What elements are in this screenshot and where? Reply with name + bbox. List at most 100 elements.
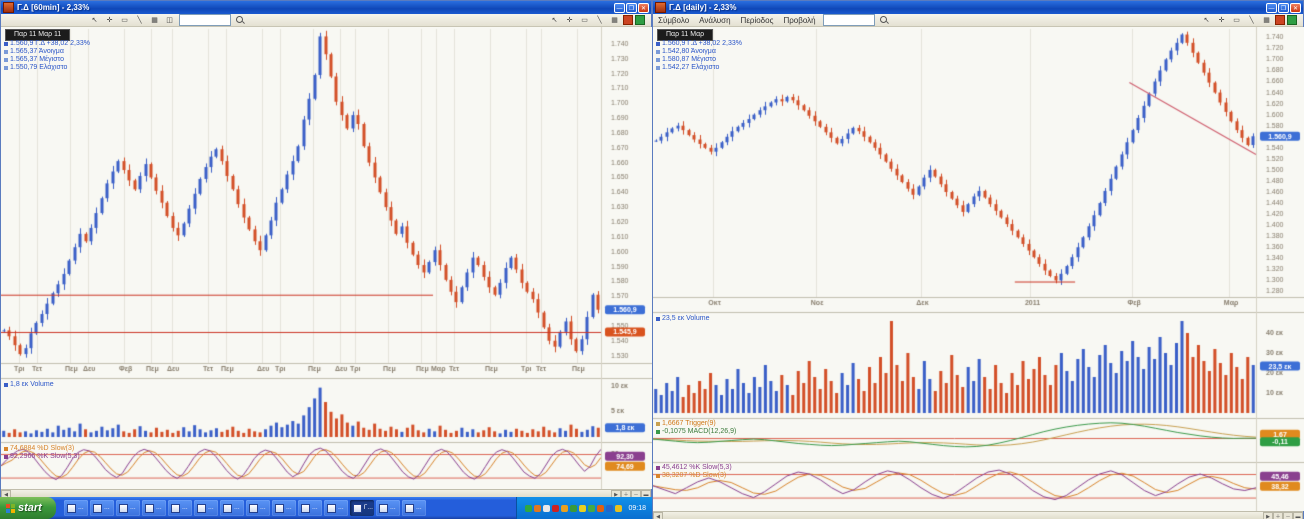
tray-app-icon[interactable] (534, 505, 541, 512)
pointer-tool-icon[interactable]: ↖ (88, 14, 101, 27)
grid-tool-icon[interactable]: ▦ (148, 14, 161, 27)
tray-app-icon[interactable] (525, 505, 532, 512)
price-volume-macd-stoch-canvas[interactable] (653, 27, 1304, 511)
zoom-out-icon[interactable]: － (1283, 512, 1293, 519)
taskbar-button[interactable]: … (90, 500, 114, 516)
task-window-icon (223, 504, 232, 513)
line-tool-icon[interactable]: ╲ (593, 14, 606, 27)
tray-app-icon[interactable] (570, 505, 577, 512)
close-button[interactable]: ✕ (638, 3, 649, 13)
tray-app-icon[interactable] (552, 505, 559, 512)
collapse-icon[interactable]: ▬ (1293, 512, 1303, 519)
titlebar-60min[interactable]: Γ.Δ [60min] - 2,33% — ❐ ✕ (1, 1, 651, 14)
restore-button[interactable]: ❐ (1278, 3, 1289, 13)
sell-marker-icon[interactable] (1275, 15, 1285, 25)
close-button[interactable]: ✕ (1290, 3, 1301, 13)
minimize-button[interactable]: — (614, 3, 625, 13)
taskbar-button[interactable]: … (298, 500, 322, 516)
taskbar: start ……………………………Γ……… 09:18 (0, 497, 652, 519)
taskbar-button[interactable]: … (220, 500, 244, 516)
tray-app-icon[interactable] (561, 505, 568, 512)
tray-app-icon[interactable] (606, 505, 613, 512)
taskbar-button[interactable]: … (142, 500, 166, 516)
buy-marker-icon[interactable] (1287, 15, 1297, 25)
taskbar-button[interactable]: … (116, 500, 140, 516)
task-window-icon (379, 504, 388, 513)
task-window-icon (327, 504, 336, 513)
toolbar-60min: ↖ ✛ ▭ ╲ ▦ ◫ ↖ ✛ ▭ ╲ ▦ (1, 14, 651, 27)
price-volume-stoch-canvas[interactable] (1, 27, 653, 489)
taskbar-button[interactable]: … (64, 500, 88, 516)
task-window-icon (275, 504, 284, 513)
symbol-search-input[interactable] (823, 14, 875, 26)
app-icon (3, 2, 14, 13)
right-monitor: Γ.Δ [daily] - 2,33% — ❐ ✕ Σύμβολο Ανάλυσ… (652, 0, 1304, 519)
desktop: Γ.Δ [60min] - 2,33% — ❐ ✕ ↖ ✛ ▭ ╲ ▦ ◫ ↖ (0, 0, 1304, 519)
zoom-in-tool-icon[interactable]: ✛ (563, 14, 576, 27)
tray-app-icon[interactable] (579, 505, 586, 512)
taskbar-button[interactable]: … (402, 500, 426, 516)
rectangle-tool-icon[interactable]: ▭ (118, 14, 131, 27)
taskbar-button[interactable]: … (376, 500, 400, 516)
tray-app-icon[interactable] (597, 505, 604, 512)
task-buttons-area: ……………………………Γ……… (56, 497, 517, 519)
chart-window-daily: Γ.Δ [daily] - 2,33% — ❐ ✕ Σύμβολο Ανάλυσ… (652, 0, 1304, 519)
indicator-grid-icon[interactable]: ▦ (608, 14, 621, 27)
start-button[interactable]: start (0, 497, 56, 519)
taskbar-button[interactable]: … (194, 500, 218, 516)
tray-app-icon[interactable] (588, 505, 595, 512)
task-window-icon (145, 504, 154, 513)
buy-marker-icon[interactable] (635, 15, 645, 25)
chart-style-icon[interactable]: ◫ (163, 14, 176, 27)
menu-analysis[interactable]: Ανάλυση (694, 14, 735, 27)
menu-view[interactable]: Προβολή (778, 14, 820, 27)
trendline-tool-icon[interactable]: ╲ (133, 14, 146, 27)
search-icon[interactable] (879, 15, 889, 25)
hscroll-strip-daily: ◀ ▶ ＋ － ▬ (653, 511, 1303, 519)
sell-marker-icon[interactable] (623, 15, 633, 25)
chart-area-daily: Παρ 11 Μαρ 1.560,9 Γ.Δ +38,02 2,33% 1.54… (653, 27, 1303, 511)
chart-window-60min: Γ.Δ [60min] - 2,33% — ❐ ✕ ↖ ✛ ▭ ╲ ▦ ◫ ↖ (0, 0, 652, 497)
taskbar-button[interactable]: Γ… (350, 500, 374, 516)
box-tool-icon[interactable]: ▭ (1230, 14, 1243, 27)
taskbar-clock[interactable]: 09:18 (624, 505, 646, 512)
window-title: Γ.Δ [daily] - 2,33% (669, 3, 1266, 12)
windows-flag-icon (6, 504, 15, 513)
taskbar-button[interactable]: … (168, 500, 192, 516)
taskbar-button[interactable]: … (324, 500, 348, 516)
crosshair-tool-icon[interactable]: ✛ (103, 14, 116, 27)
menubar-daily: Σύμβολο Ανάλυση Περίοδος Προβολή ↖ ✛ ▭ ╲… (653, 14, 1303, 27)
symbol-search-input[interactable] (179, 14, 231, 26)
zoom-in-icon[interactable]: ＋ (1273, 512, 1283, 519)
task-window-icon (93, 504, 102, 513)
task-window-icon (171, 504, 180, 513)
zoom-in-tool-icon[interactable]: ✛ (1215, 14, 1228, 27)
titlebar-daily[interactable]: Γ.Δ [daily] - 2,33% — ❐ ✕ (653, 1, 1303, 14)
start-label: start (18, 502, 42, 514)
cursor-tool-icon[interactable]: ↖ (1200, 14, 1213, 27)
left-monitor: Γ.Δ [60min] - 2,33% — ❐ ✕ ↖ ✛ ▭ ╲ ▦ ◫ ↖ (0, 0, 652, 519)
task-window-icon (405, 504, 414, 513)
chart-area-60min: Παρ 11 Μαρ 11 1.560,9 Γ.Δ +38,02 2,33% 1… (1, 27, 651, 489)
search-icon[interactable] (235, 15, 245, 25)
taskbar-button[interactable]: … (246, 500, 270, 516)
task-window-icon (119, 504, 128, 513)
scroll-right-icon[interactable]: ▶ (1263, 512, 1273, 519)
window-title: Γ.Δ [60min] - 2,33% (17, 3, 614, 12)
menu-period[interactable]: Περίοδος (736, 14, 779, 27)
task-window-icon (67, 504, 76, 513)
box-tool-icon[interactable]: ▭ (578, 14, 591, 27)
tray-app-icon[interactable] (543, 505, 550, 512)
line-tool-icon[interactable]: ╲ (1245, 14, 1258, 27)
task-window-icon (301, 504, 310, 513)
indicator-grid-icon[interactable]: ▦ (1260, 14, 1273, 27)
menu-symbol[interactable]: Σύμβολο (653, 14, 694, 27)
taskbar-button[interactable]: … (272, 500, 296, 516)
minimize-button[interactable]: — (1266, 3, 1277, 13)
cursor-tool-icon[interactable]: ↖ (548, 14, 561, 27)
system-tray: 09:18 (516, 497, 652, 519)
restore-button[interactable]: ❐ (626, 3, 637, 13)
app-icon (655, 2, 666, 13)
tray-app-icon[interactable] (615, 505, 622, 512)
scroll-left-icon[interactable]: ◀ (653, 512, 663, 519)
